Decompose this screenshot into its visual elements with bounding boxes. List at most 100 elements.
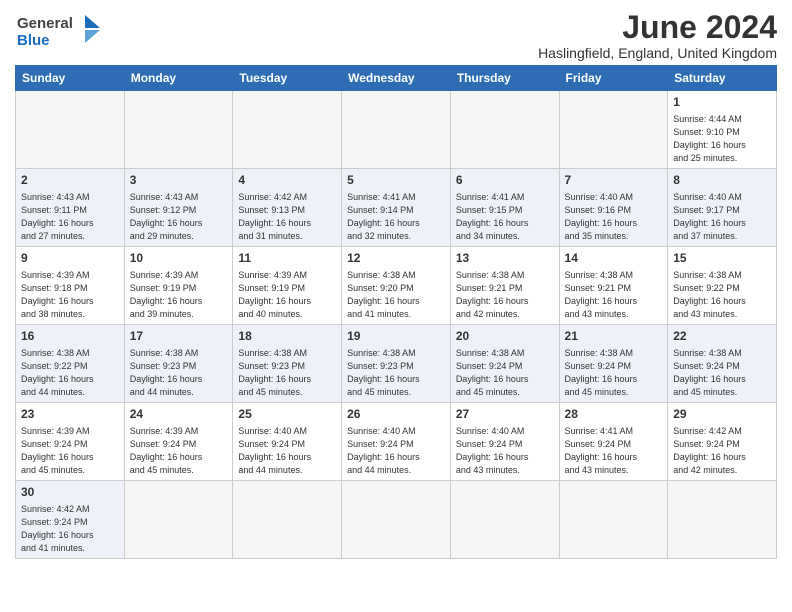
calendar-day-cell: 3Sunrise: 4:43 AM Sunset: 9:12 PM Daylig… xyxy=(124,169,233,247)
calendar-day-cell: 1Sunrise: 4:44 AM Sunset: 9:10 PM Daylig… xyxy=(668,91,777,169)
day-number: 11 xyxy=(238,250,336,267)
weekday-header-thursday: Thursday xyxy=(450,66,559,91)
day-info: Sunrise: 4:38 AM Sunset: 9:24 PM Dayligh… xyxy=(673,347,771,399)
calendar-week-row: 23 Sunrise: 4:39 AM Sunset: 9:24 PM Dayli… xyxy=(16,403,777,481)
calendar-day-cell: 19Sunrise: 4:38 AM Sunset: 9:23 PM Dayli… xyxy=(342,325,451,403)
calendar-day-cell xyxy=(342,91,451,169)
day-number: 23 xyxy=(21,406,119,423)
calendar-day-cell xyxy=(450,91,559,169)
month-title: June 2024 xyxy=(538,10,777,45)
calendar-day-cell xyxy=(16,91,125,169)
day-number: 8 xyxy=(673,172,771,189)
day-info: Sunrise: 4:38 AM Sunset: 9:23 PM Dayligh… xyxy=(238,347,336,399)
day-number: 16 xyxy=(21,328,119,345)
day-number: 21 xyxy=(565,328,663,345)
calendar-day-cell xyxy=(233,91,342,169)
day-info: Sunrise: 4:41 AM Sunset: 9:14 PM Dayligh… xyxy=(347,191,445,243)
calendar-day-cell xyxy=(559,481,668,559)
day-info: Sunrise: 4:39 AM Sunset: 9:19 PM Dayligh… xyxy=(130,269,228,321)
day-number: 5 xyxy=(347,172,445,189)
day-info: Sunrise: 4:43 AM Sunset: 9:11 PM Dayligh… xyxy=(21,191,119,243)
day-number: 13 xyxy=(456,250,554,267)
day-number: 1 xyxy=(673,94,771,111)
calendar-day-cell: 9Sunrise: 4:39 AM Sunset: 9:18 PM Daylig… xyxy=(16,247,125,325)
day-number: 27 xyxy=(456,406,554,423)
day-number: 7 xyxy=(565,172,663,189)
day-info: Sunrise: 4:42 AM Sunset: 9:24 PM Dayligh… xyxy=(673,425,771,477)
day-number: 4 xyxy=(238,172,336,189)
logo: GeneralBlue xyxy=(15,10,105,50)
weekday-header-row: SundayMondayTuesdayWednesdayThursdayFrid… xyxy=(16,66,777,91)
day-number: 14 xyxy=(565,250,663,267)
day-info: Sunrise: 4:38 AM Sunset: 9:22 PM Dayligh… xyxy=(21,347,119,399)
calendar-day-cell xyxy=(450,481,559,559)
calendar-day-cell xyxy=(124,481,233,559)
calendar-day-cell: 17 Sunrise: 4:38 AM Sunset: 9:23 PM Dayli… xyxy=(124,325,233,403)
day-info: Sunrise: 4:38 AM Sunset: 9:21 PM Dayligh… xyxy=(565,269,663,321)
day-number: 9 xyxy=(21,250,119,267)
day-number: 29 xyxy=(673,406,771,423)
calendar-day-cell: 21 Sunrise: 4:38 AM Sunset: 9:24 PM Dayli… xyxy=(559,325,668,403)
day-info: Sunrise: 4:38 AM Sunset: 9:24 PM Dayligh… xyxy=(456,347,554,399)
weekday-header-friday: Friday xyxy=(559,66,668,91)
calendar-day-cell xyxy=(233,481,342,559)
day-number: 2 xyxy=(21,172,119,189)
calendar-week-row: 16 Sunrise: 4:38 AM Sunset: 9:22 PM Dayli… xyxy=(16,325,777,403)
day-number: 15 xyxy=(673,250,771,267)
day-number: 30 xyxy=(21,484,119,501)
title-block: June 2024 Haslingfield, England, United … xyxy=(538,10,777,61)
calendar-day-cell: 10 Sunrise: 4:39 AM Sunset: 9:19 PM Dayli… xyxy=(124,247,233,325)
day-number: 26 xyxy=(347,406,445,423)
day-number: 20 xyxy=(456,328,554,345)
day-info: Sunrise: 4:40 AM Sunset: 9:24 PM Dayligh… xyxy=(347,425,445,477)
day-number: 18 xyxy=(238,328,336,345)
calendar-day-cell: 25Sunrise: 4:40 AM Sunset: 9:24 PM Dayli… xyxy=(233,403,342,481)
calendar-day-cell: 2 Sunrise: 4:43 AM Sunset: 9:11 PM Daylig… xyxy=(16,169,125,247)
weekday-header-monday: Monday xyxy=(124,66,233,91)
day-info: Sunrise: 4:39 AM Sunset: 9:24 PM Dayligh… xyxy=(130,425,228,477)
day-info: Sunrise: 4:38 AM Sunset: 9:23 PM Dayligh… xyxy=(130,347,228,399)
weekday-header-saturday: Saturday xyxy=(668,66,777,91)
calendar-day-cell: 28 Sunrise: 4:41 AM Sunset: 9:24 PM Dayli… xyxy=(559,403,668,481)
calendar-day-cell: 15Sunrise: 4:38 AM Sunset: 9:22 PM Dayli… xyxy=(668,247,777,325)
location-subtitle: Haslingfield, England, United Kingdom xyxy=(538,45,777,61)
calendar-day-cell: 18 Sunrise: 4:38 AM Sunset: 9:23 PM Dayli… xyxy=(233,325,342,403)
calendar-day-cell: 24 Sunrise: 4:39 AM Sunset: 9:24 PM Dayli… xyxy=(124,403,233,481)
day-number: 19 xyxy=(347,328,445,345)
calendar-day-cell: 27 Sunrise: 4:40 AM Sunset: 9:24 PM Dayli… xyxy=(450,403,559,481)
svg-text:Blue: Blue xyxy=(17,32,50,49)
calendar-day-cell: 5 Sunrise: 4:41 AM Sunset: 9:14 PM Daylig… xyxy=(342,169,451,247)
day-info: Sunrise: 4:38 AM Sunset: 9:24 PM Dayligh… xyxy=(565,347,663,399)
day-info: Sunrise: 4:40 AM Sunset: 9:17 PM Dayligh… xyxy=(673,191,771,243)
weekday-header-wednesday: Wednesday xyxy=(342,66,451,91)
logo-icon: GeneralBlue xyxy=(15,10,105,50)
day-info: Sunrise: 4:39 AM Sunset: 9:24 PM Dayligh… xyxy=(21,425,119,477)
calendar-day-cell: 23 Sunrise: 4:39 AM Sunset: 9:24 PM Dayli… xyxy=(16,403,125,481)
day-number: 17 xyxy=(130,328,228,345)
day-info: Sunrise: 4:40 AM Sunset: 9:16 PM Dayligh… xyxy=(565,191,663,243)
day-number: 24 xyxy=(130,406,228,423)
svg-text:General: General xyxy=(17,15,73,32)
day-info: Sunrise: 4:40 AM Sunset: 9:24 PM Dayligh… xyxy=(238,425,336,477)
day-number: 10 xyxy=(130,250,228,267)
day-info: Sunrise: 4:38 AM Sunset: 9:21 PM Dayligh… xyxy=(456,269,554,321)
day-info: Sunrise: 4:40 AM Sunset: 9:24 PM Dayligh… xyxy=(456,425,554,477)
day-number: 28 xyxy=(565,406,663,423)
day-number: 6 xyxy=(456,172,554,189)
calendar-day-cell: 11 Sunrise: 4:39 AM Sunset: 9:19 PM Dayli… xyxy=(233,247,342,325)
calendar-day-cell: 29 Sunrise: 4:42 AM Sunset: 9:24 PM Dayli… xyxy=(668,403,777,481)
day-info: Sunrise: 4:39 AM Sunset: 9:19 PM Dayligh… xyxy=(238,269,336,321)
calendar-day-cell xyxy=(124,91,233,169)
calendar-day-cell: 13 Sunrise: 4:38 AM Sunset: 9:21 PM Dayli… xyxy=(450,247,559,325)
calendar-day-cell: 4Sunrise: 4:42 AM Sunset: 9:13 PM Daylig… xyxy=(233,169,342,247)
day-info: Sunrise: 4:41 AM Sunset: 9:24 PM Dayligh… xyxy=(565,425,663,477)
calendar-day-cell: 20 Sunrise: 4:38 AM Sunset: 9:24 PM Dayli… xyxy=(450,325,559,403)
day-info: Sunrise: 4:41 AM Sunset: 9:15 PM Dayligh… xyxy=(456,191,554,243)
calendar-week-row: 2 Sunrise: 4:43 AM Sunset: 9:11 PM Daylig… xyxy=(16,169,777,247)
day-info: Sunrise: 4:38 AM Sunset: 9:20 PM Dayligh… xyxy=(347,269,445,321)
calendar-week-row: 30Sunrise: 4:42 AM Sunset: 9:24 PM Dayli… xyxy=(16,481,777,559)
day-number: 12 xyxy=(347,250,445,267)
page-header: GeneralBlue June 2024 Haslingfield, Engl… xyxy=(15,10,777,61)
weekday-header-tuesday: Tuesday xyxy=(233,66,342,91)
calendar-day-cell: 22Sunrise: 4:38 AM Sunset: 9:24 PM Dayli… xyxy=(668,325,777,403)
